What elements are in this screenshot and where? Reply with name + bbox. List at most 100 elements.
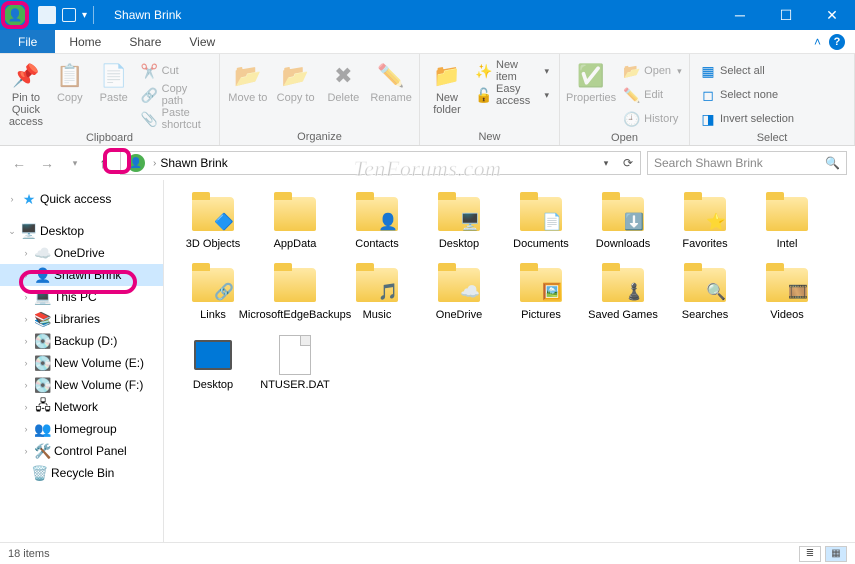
file-item[interactable]: 🖼️Pictures	[500, 263, 582, 322]
file-item[interactable]: 📄Documents	[500, 192, 582, 251]
delete-button[interactable]: ✖ Delete	[322, 58, 366, 129]
file-item-label: AppData	[274, 238, 317, 251]
file-item[interactable]: 🎵Music	[336, 263, 418, 322]
copy-button[interactable]: 📋 Copy	[50, 58, 90, 130]
tree-network[interactable]: ›🖧Network	[0, 396, 163, 418]
tree-onedrive[interactable]: ›☁️OneDrive	[0, 242, 163, 264]
refresh-button[interactable]: ⟳	[618, 153, 638, 173]
desktop-icon: 🖥️	[21, 223, 37, 239]
address-bar[interactable]: 👤 › Shawn Brink ▾ ⟳	[120, 151, 641, 175]
tree-homegroup[interactable]: ›👥Homegroup	[0, 418, 163, 440]
tree-quick-access[interactable]: ›★Quick access	[0, 188, 163, 210]
tree-control-panel[interactable]: ›🛠️Control Panel	[0, 440, 163, 462]
tree-volume-f[interactable]: ›💽New Volume (F:)	[0, 374, 163, 396]
file-item[interactable]: NTUSER.DAT	[254, 333, 336, 392]
nav-recent-dropdown[interactable]: ▾	[64, 152, 86, 174]
copy-path-button[interactable]: 🔗Copy path	[138, 84, 213, 106]
select-none-button[interactable]: ◻Select none	[696, 84, 798, 106]
file-item[interactable]: Intel	[746, 192, 828, 251]
cut-icon: ✂️	[142, 63, 158, 79]
view-tab[interactable]: View	[175, 30, 229, 53]
folder-icon	[271, 263, 319, 307]
select-all-button[interactable]: ▦Select all	[696, 60, 798, 82]
breadcrumb-sep-icon[interactable]: ›	[153, 158, 156, 169]
details-view-button[interactable]: ≣	[799, 546, 821, 562]
address-dropdown-icon[interactable]: ▾	[596, 153, 616, 173]
history-button[interactable]: 🕘History	[620, 108, 685, 130]
share-tab[interactable]: Share	[115, 30, 175, 53]
tree-volume-e[interactable]: ›💽New Volume (E:)	[0, 352, 163, 374]
file-item[interactable]: Desktop	[172, 333, 254, 392]
file-tab[interactable]: File	[0, 30, 55, 53]
new-folder-button[interactable]: 📁 New folder	[426, 58, 468, 129]
drive-icon: 💽	[35, 355, 51, 371]
search-input[interactable]: Search Shawn Brink 🔍	[647, 151, 847, 175]
tree-desktop[interactable]: ⌄🖥️Desktop	[0, 220, 163, 242]
file-item[interactable]: AppData	[254, 192, 336, 251]
folder-icon: ⬇️	[599, 192, 647, 236]
easy-access-button[interactable]: 🔓Easy access▾	[472, 84, 553, 106]
help-icon[interactable]: ?	[829, 34, 845, 50]
file-item[interactable]: 🔍Searches	[664, 263, 746, 322]
tree-this-pc[interactable]: ›💻This PC	[0, 286, 163, 308]
file-item-label: Documents	[513, 238, 569, 251]
folder-icon: 🔷	[189, 192, 237, 236]
move-to-button[interactable]: 📂 Move to	[226, 58, 270, 129]
edit-button[interactable]: ✏️Edit	[620, 84, 685, 106]
minimize-button[interactable]: ─	[717, 0, 763, 30]
nav-back-button[interactable]: ←	[8, 152, 30, 174]
tree-recycle-bin[interactable]: 🗑️Recycle Bin	[0, 462, 163, 484]
icons-view-button[interactable]: ▦	[825, 546, 847, 562]
breadcrumb-segment[interactable]: Shawn Brink	[160, 156, 227, 170]
paste-icon: 📄	[100, 62, 128, 90]
file-item[interactable]: ☁️OneDrive	[418, 263, 500, 322]
file-item[interactable]: 🖥️Desktop	[418, 192, 500, 251]
paste-shortcut-button[interactable]: 📎Paste shortcut	[138, 108, 213, 130]
file-item[interactable]: 👤Contacts	[336, 192, 418, 251]
properties-button[interactable]: ✅ Properties	[566, 58, 616, 130]
file-item[interactable]: ⭐Favorites	[664, 192, 746, 251]
tree-user[interactable]: ›👤Shawn Brink	[0, 264, 163, 286]
rename-button[interactable]: ✏️ Rename	[369, 58, 413, 129]
search-icon: 🔍	[825, 156, 840, 170]
file-item[interactable]: ♟️Saved Games	[582, 263, 664, 322]
pin-icon: 📌	[12, 62, 40, 90]
tree-libraries[interactable]: ›📚Libraries	[0, 308, 163, 330]
maximize-button[interactable]: ☐	[763, 0, 809, 30]
file-item-label: Desktop	[193, 379, 233, 392]
file-list[interactable]: 🔷3D Objects AppData 👤Contacts🖥️Desktop📄Doc…	[164, 180, 855, 542]
paste-button[interactable]: 📄 Paste	[94, 58, 134, 130]
nav-up-button[interactable]: ↑	[92, 152, 114, 174]
nav-forward-button[interactable]: →	[36, 152, 58, 174]
invert-selection-icon: ◨	[700, 111, 716, 127]
qat-newfolder-icon[interactable]	[62, 8, 76, 22]
folder-icon: 👤	[353, 192, 401, 236]
copy-to-button[interactable]: 📂 Copy to	[274, 58, 318, 129]
delete-icon: ✖	[329, 62, 357, 90]
home-tab[interactable]: Home	[55, 30, 115, 53]
invert-selection-button[interactable]: ◨Invert selection	[696, 108, 798, 130]
open-button[interactable]: 📂Open▾	[620, 60, 685, 82]
status-item-count: 18 items	[8, 548, 50, 560]
search-placeholder: Search Shawn Brink	[654, 156, 763, 170]
tree-backup-drive[interactable]: ›💽Backup (D:)	[0, 330, 163, 352]
navigation-pane[interactable]: ›★Quick access ⌄🖥️Desktop ›☁️OneDrive ›👤…	[0, 180, 164, 542]
new-item-button[interactable]: ✨New item▾	[472, 60, 553, 82]
history-icon: 🕘	[624, 111, 640, 127]
cut-button[interactable]: ✂️Cut	[138, 60, 213, 82]
qat-dropdown-icon[interactable]: ▾	[82, 10, 87, 21]
organize-group-label: Organize	[226, 129, 413, 143]
file-item[interactable]: MicrosoftEdgeBackups	[254, 263, 336, 322]
open-group-label: Open	[566, 130, 683, 144]
ribbon-collapse-icon[interactable]: ˄	[814, 35, 821, 49]
file-item[interactable]: ⬇️Downloads	[582, 192, 664, 251]
edit-icon: ✏️	[624, 87, 640, 103]
close-button[interactable]: ✕	[809, 0, 855, 30]
file-icon	[271, 333, 319, 377]
file-item[interactable]: 🔷3D Objects	[172, 192, 254, 251]
file-item[interactable]: 🎞️Videos	[746, 263, 828, 322]
qat-properties-icon[interactable]	[38, 6, 56, 24]
copy-icon: 📋	[56, 62, 84, 90]
pin-to-quick-access-button[interactable]: 📌 Pin to Quick access	[6, 58, 46, 130]
easy-access-icon: 🔓	[476, 87, 492, 103]
